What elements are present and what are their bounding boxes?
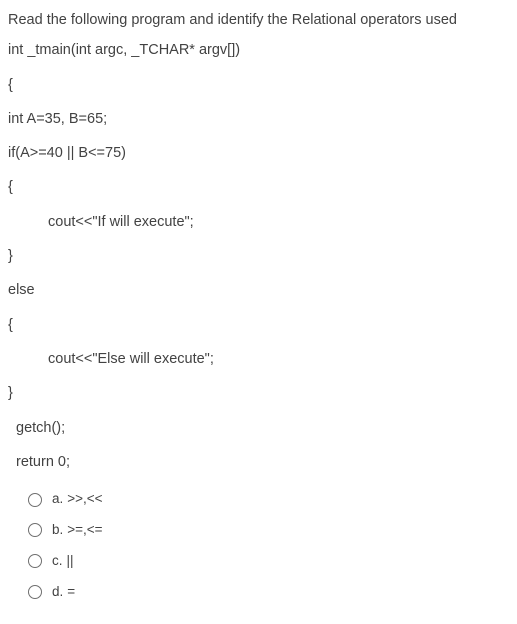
- option-letter: a.: [52, 490, 63, 509]
- answer-options: a. >>,<< b. >=,<= c. || d. =: [8, 490, 509, 602]
- option-c[interactable]: c. ||: [28, 552, 509, 571]
- code-line: else: [8, 280, 509, 300]
- option-text: >>,<<: [67, 490, 102, 509]
- option-a[interactable]: a. >>,<<: [28, 490, 509, 509]
- code-line: {: [8, 177, 509, 197]
- code-line: return 0;: [8, 452, 509, 472]
- code-line: }: [8, 383, 509, 403]
- radio-icon: [28, 554, 42, 568]
- option-letter: b.: [52, 521, 63, 540]
- code-line: cout<<"If will execute";: [8, 212, 509, 232]
- radio-icon: [28, 523, 42, 537]
- option-d[interactable]: d. =: [28, 583, 509, 602]
- code-line: int A=35, B=65;: [8, 109, 509, 129]
- option-text: =: [67, 583, 75, 602]
- option-text: >=,<=: [67, 521, 102, 540]
- option-letter: d.: [52, 583, 63, 602]
- option-letter: c.: [52, 552, 63, 571]
- option-text: ||: [67, 552, 74, 571]
- code-line: if(A>=40 || B<=75): [8, 143, 509, 163]
- radio-icon: [28, 585, 42, 599]
- radio-icon: [28, 493, 42, 507]
- code-line: getch();: [8, 418, 509, 438]
- code-line: int _tmain(int argc, _TCHAR* argv[]): [8, 40, 509, 60]
- code-line: }: [8, 246, 509, 266]
- code-line: {: [8, 75, 509, 95]
- code-line: cout<<"Else will execute";: [8, 349, 509, 369]
- code-line: {: [8, 315, 509, 335]
- question-prompt: Read the following program and identify …: [8, 10, 509, 30]
- option-b[interactable]: b. >=,<=: [28, 521, 509, 540]
- code-block: int _tmain(int argc, _TCHAR* argv[]) { i…: [8, 40, 509, 472]
